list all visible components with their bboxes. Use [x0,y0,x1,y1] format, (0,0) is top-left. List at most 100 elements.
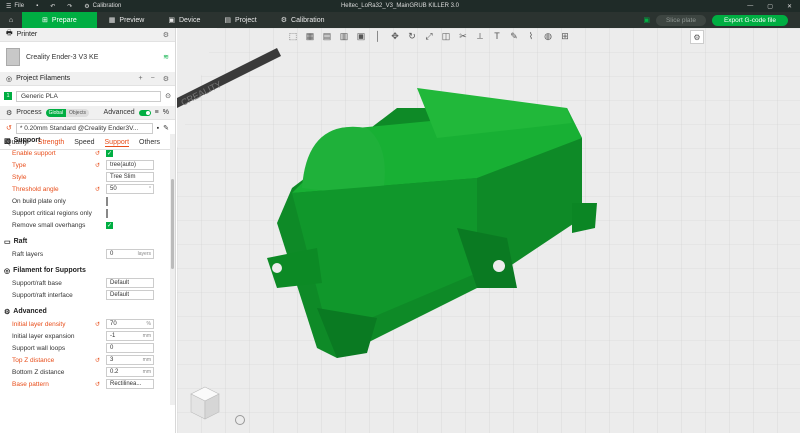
close-icon[interactable]: ✕ [787,3,792,10]
save-preset-icon[interactable]: ▪ [157,125,159,132]
tab-project[interactable]: ▤ Project [212,12,268,28]
home-button[interactable]: ⌂ [0,12,22,28]
support-interface-row: Support/raft interface Default [0,289,170,301]
layer-expansion-row: Initial layer expansion -1 mm [0,330,170,342]
threshold-row: Threshold angle ↺ 50 ° [0,183,170,195]
support-interface-select[interactable]: Default [106,290,154,300]
tab-prepare[interactable]: ⊞ Prepare [22,12,97,28]
process-header: ⚙ Process Global Objects Advanced ≡ % [0,106,175,120]
enable-support-row: Enable support ↺ ✓ [12,149,113,157]
process-scope-toggle[interactable]: Global Objects [45,108,89,117]
tab-calibration[interactable]: ⚙ Calibration [269,12,337,28]
gear-icon[interactable]: ⚙ [163,75,169,83]
maximize-icon[interactable]: ▢ [767,3,773,10]
split-icon[interactable]: ▣ [355,30,367,42]
filament-select[interactable]: Generic PLA [16,90,162,102]
project-icon: ▤ [224,17,231,24]
reset-icon[interactable]: ↺ [95,321,100,328]
tab-preview[interactable]: ▦ Preview [97,12,157,28]
add-object-icon[interactable]: ⬚ [287,30,299,42]
tab-device[interactable]: ▣ Device [156,12,212,28]
lay-on-face-icon[interactable]: ◫ [440,30,452,42]
filament-supports-group-header: ◎ Filament for Supports [4,267,86,275]
navigation-cube[interactable] [187,385,223,421]
global-option[interactable]: Global [45,108,67,117]
advanced-toggle[interactable] [138,109,151,116]
cut-icon[interactable]: ✂ [457,30,469,42]
reset-icon[interactable]: ↺ [95,186,100,193]
printer-name: Creality Ender-3 V3 KE [26,53,99,61]
printer-selector[interactable]: Creality Ender-3 V3 KE ≋ [0,42,175,72]
remove-filament-icon[interactable]: − [151,75,155,83]
threshold-input[interactable]: 50 ° [106,184,154,194]
edit-preset-icon[interactable]: ✎ [163,124,169,132]
layout-icon[interactable]: ▥ [338,30,350,42]
raft-layers-input[interactable]: 0 layers [106,249,154,259]
small-overhangs-checkbox[interactable]: ✓ [106,221,113,229]
reset-icon[interactable]: ↺ [95,357,100,364]
enable-support-checkbox[interactable]: ✓ [106,149,113,157]
build-plate-only-checkbox[interactable] [106,196,108,206]
filaments-header: ◎ Project Filaments + − ⚙ [0,72,175,86]
menu-icon: ☰ [6,3,12,10]
export-gcode-button[interactable]: Export G-code file [711,14,788,26]
view-settings-button[interactable]: ⚙ [690,30,704,44]
preset-reset-icon[interactable]: ↺ [6,124,12,132]
add-filament-icon[interactable]: + [139,75,143,83]
reset-icon[interactable]: ↺ [95,381,100,388]
orient-icon[interactable]: ▤ [321,30,333,42]
filament-settings-icon[interactable]: ⊙ [165,92,171,100]
zoom-fit-icon[interactable] [235,415,245,425]
bottom-z-input[interactable]: 0.2 mm [106,367,154,377]
compare-icon[interactable]: ≡ [155,109,159,116]
save-button[interactable]: ▪ [30,3,44,9]
printer-header: 🖶 Printer ⚙ [0,28,175,42]
move-icon[interactable]: ✥ [389,30,401,42]
base-pattern-select[interactable]: Rectilinea... [106,379,154,389]
process-preset-select[interactable]: * 0.20mm Standard @Creality Ender3V... [15,122,153,134]
objects-option[interactable]: Objects [66,108,89,117]
plate-icon[interactable]: ▣ [643,16,650,24]
calibration-icon: ⚙ [280,17,288,24]
gear-icon[interactable]: ⚙ [163,31,169,39]
scale-icon[interactable]: ⤢ [423,30,435,42]
top-z-input[interactable]: 3 mm [106,355,154,365]
layer-density-row: Initial layer density ↺ 70% [0,318,170,330]
critical-regions-checkbox[interactable] [106,208,108,218]
layer-density-input[interactable]: 70% [106,319,154,329]
undo-button[interactable]: ↶ [44,3,61,10]
text-icon[interactable]: T [491,30,503,42]
reset-icon[interactable]: ↺ [95,162,100,169]
reset-icon[interactable]: ↺ [95,150,100,157]
filament-icon: ◎ [4,267,11,275]
color-paint-icon[interactable]: ◍ [542,30,554,42]
settings-scrollbar[interactable] [170,134,175,405]
measure-icon[interactable]: ⟂ [474,30,486,42]
percent-icon[interactable]: % [163,109,169,116]
support-base-select[interactable]: Default [106,278,154,288]
raft-group-header: ▭ Raft [4,238,28,246]
minimize-icon[interactable]: — [747,3,753,10]
type-select[interactable]: tree(auto) [106,160,154,170]
support-paint-icon[interactable]: ✎ [508,30,520,42]
seam-paint-icon[interactable]: ⌇ [525,30,537,42]
home-icon: ⌂ [8,16,14,24]
style-select[interactable]: Tree Slim [106,172,154,182]
file-menu[interactable]: ☰ File [0,3,30,10]
calibration-menu[interactable]: ⚙ Calibration [78,3,127,10]
filament-index-badge[interactable]: 1 [4,92,12,100]
3d-viewport[interactable]: CREALITY ⬚ ▦ ▤ ▥ ▣ │ ✥ ↻ ⤢ ◫ ✂ ⟂ T ✎ ⌇ ◍… [177,28,800,433]
wall-loops-input[interactable]: 0 [106,343,154,353]
wifi-icon[interactable]: ≋ [163,53,169,61]
small-overhangs-row: Remove small overhangs ✓ [12,221,113,229]
save-icon: ▪ [36,3,39,9]
arrange-icon[interactable]: ▦ [304,30,316,42]
raft-layers-row: Raft layers 0 layers [0,248,170,260]
layer-expansion-input[interactable]: -1 mm [106,331,154,341]
slice-plate-button[interactable]: Slice plate [655,14,706,26]
assembly-icon[interactable]: ⊞ [559,30,571,42]
printer-icon: 🖶 [6,30,13,37]
filament-row: 1 Generic PLA ⊙ [0,89,175,103]
rotate-icon[interactable]: ↻ [406,30,418,42]
redo-button[interactable]: ↷ [61,3,78,10]
